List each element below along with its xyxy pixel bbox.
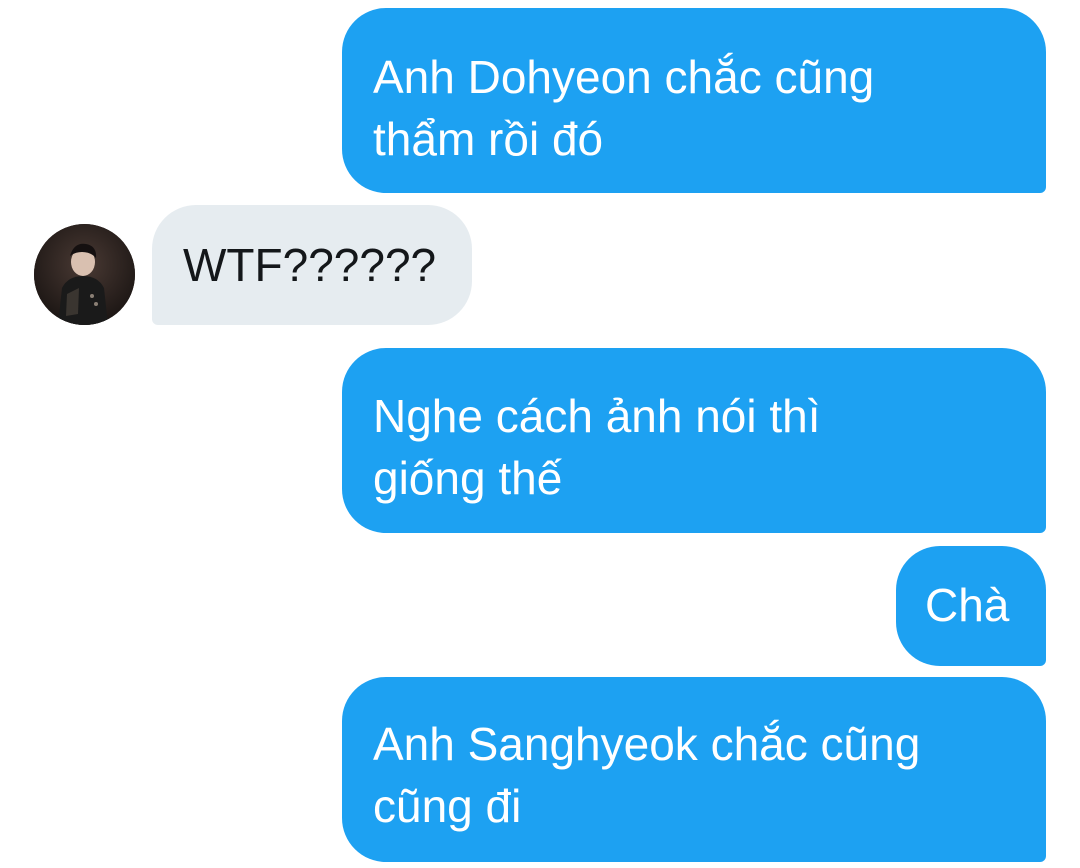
- contact-avatar[interactable]: [34, 224, 135, 325]
- sent-message-bubble[interactable]: Anh Sanghyeok chắc cũng cũng đi: [342, 677, 1046, 862]
- user-avatar-photo-icon: [34, 224, 135, 325]
- sent-message-bubble[interactable]: Anh Dohyeon chắc cũng thẩm rồi đó: [342, 8, 1046, 193]
- sent-message-bubble[interactable]: Chà: [896, 546, 1046, 666]
- received-message-bubble[interactable]: WTF??????: [152, 205, 472, 325]
- sent-message-bubble[interactable]: Nghe cách ảnh nói thì giống thế: [342, 348, 1046, 533]
